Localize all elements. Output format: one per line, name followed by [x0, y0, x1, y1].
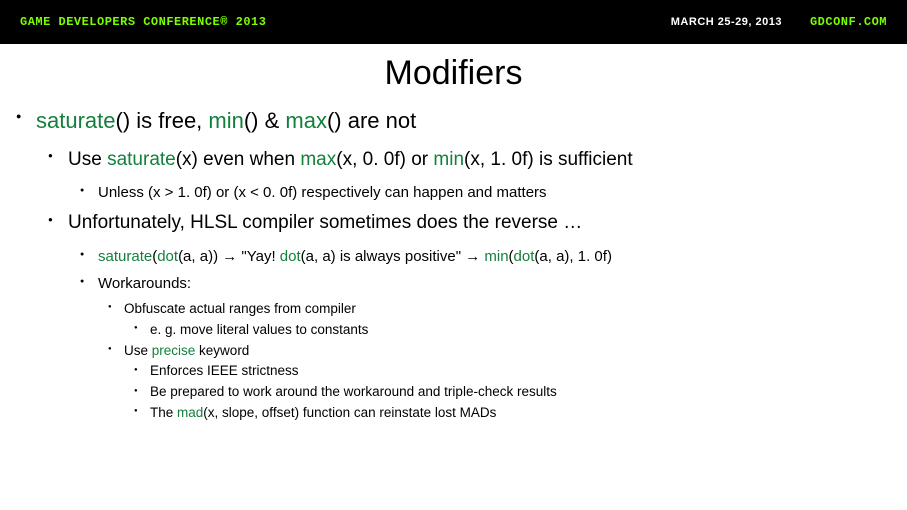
slide-title: Modifiers: [0, 54, 907, 93]
slide: GAME DEVELOPERS CONFERENCE® 2013 MARCH 2…: [0, 0, 907, 510]
bullet-l2: Use saturate(x) even when max(x, 0. 0f) …: [36, 145, 897, 206]
keyword-max: max: [285, 108, 327, 133]
bullet-l5: Be prepared to work around the workaroun…: [124, 382, 897, 403]
bullet-l1: saturate() is free, min() & max() are no…: [10, 105, 897, 424]
keyword-saturate: saturate: [36, 108, 116, 133]
keyword-min: min: [208, 108, 243, 133]
keyword-mad: mad: [177, 405, 203, 420]
keyword-saturate: saturate: [98, 248, 152, 265]
bullet-l5: e. g. move literal values to constants: [124, 320, 897, 341]
keyword-min: min: [433, 149, 464, 170]
conference-site: GDCONF.COM: [810, 15, 887, 29]
topbar: GAME DEVELOPERS CONFERENCE® 2013 MARCH 2…: [0, 0, 907, 44]
keyword-saturate: saturate: [107, 149, 176, 170]
conference-date: MARCH 25-29, 2013: [671, 16, 782, 28]
bullet-l5: Enforces IEEE strictness: [124, 361, 897, 382]
keyword-dot: dot: [157, 248, 178, 265]
slide-content: saturate() is free, min() & max() are no…: [0, 105, 907, 424]
keyword-dot: dot: [280, 248, 301, 265]
keyword-min: min: [484, 248, 508, 265]
bullet-l4: Use precise keyword Enforces IEEE strict…: [98, 341, 897, 425]
keyword-max: max: [300, 149, 336, 170]
bullet-l3: Unless (x > 1. 0f) or (x < 0. 0f) respec…: [68, 179, 897, 206]
bullet-l5: The mad(x, slope, offset) function can r…: [124, 403, 897, 424]
conference-name: GAME DEVELOPERS CONFERENCE® 2013: [20, 15, 266, 29]
keyword-dot: dot: [514, 248, 535, 265]
bullet-l2: Unfortunately, HLSL compiler sometimes d…: [36, 208, 897, 424]
bullet-l3: saturate(dot(a, a)) → "Yay! dot(a, a) is…: [68, 243, 897, 270]
keyword-precise: precise: [152, 343, 196, 358]
topbar-right: MARCH 25-29, 2013 GDCONF.COM: [671, 15, 887, 29]
bullet-l3: Workarounds: Obfuscate actual ranges fro…: [68, 270, 897, 425]
bullet-l4: Obfuscate actual ranges from compiler e.…: [98, 299, 897, 341]
